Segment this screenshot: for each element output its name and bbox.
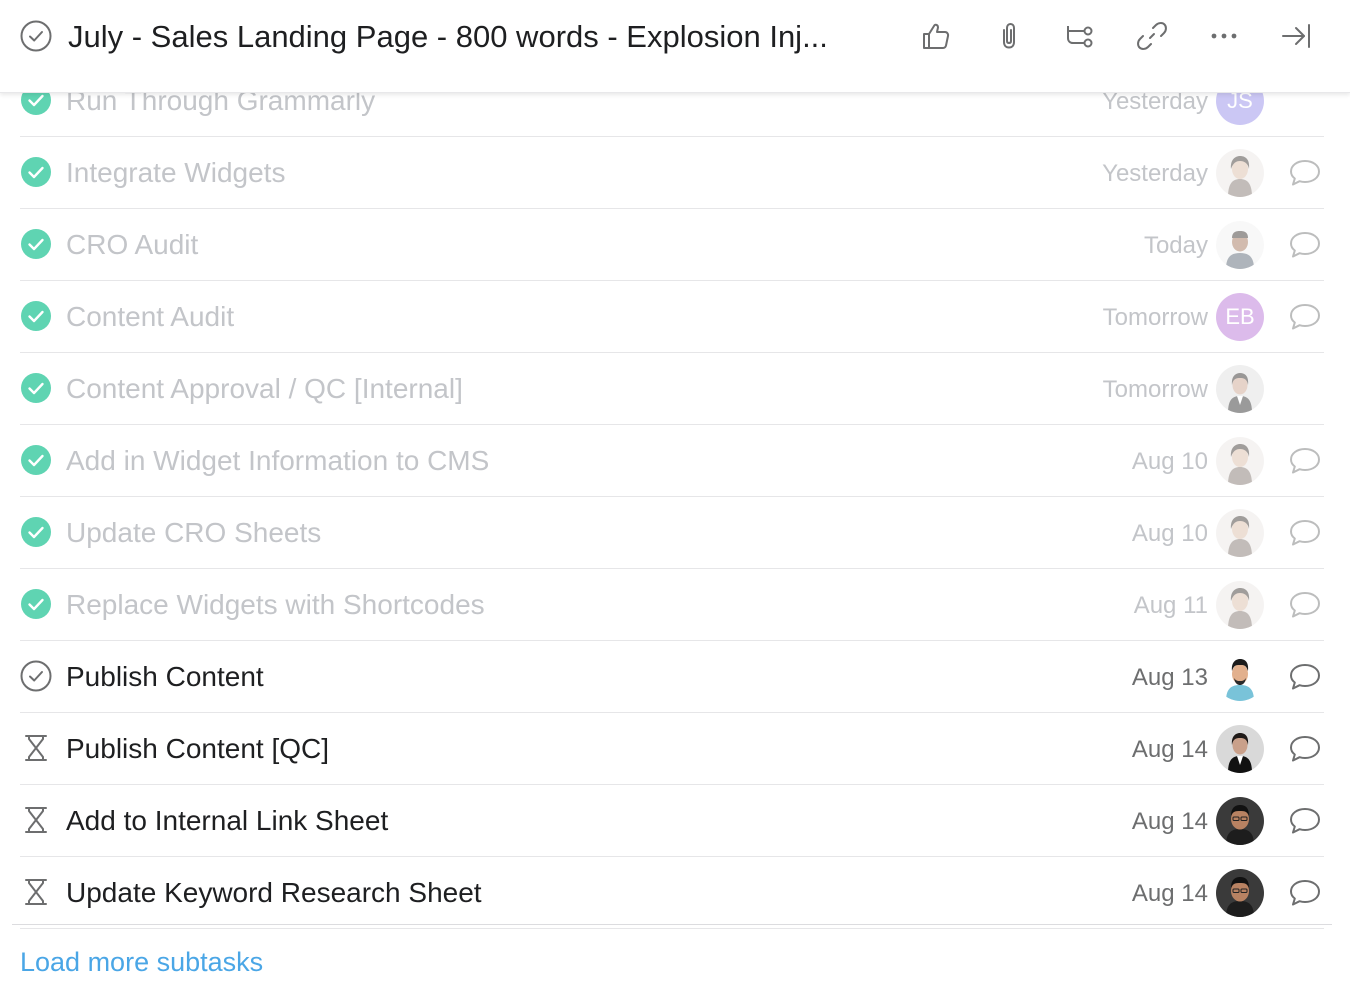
task-header: July - Sales Landing Page - 800 words - …	[0, 0, 1350, 93]
subtask-row[interactable]: Publish Content [QC] Aug 14	[20, 713, 1324, 785]
subtask-row[interactable]: Replace Widgets with Shortcodes Aug 11	[20, 569, 1324, 641]
subtask-row[interactable]: Content Approval / QC [Internal] Tomorro…	[20, 353, 1324, 425]
subtask-row[interactable]: Content Audit Tomorrow EB	[20, 281, 1324, 353]
subtask-row[interactable]: Integrate Widgets Yesterday	[20, 137, 1324, 209]
due-date[interactable]: Tomorrow	[1103, 301, 1208, 335]
due-date[interactable]: Aug 14	[1132, 877, 1208, 911]
due-date[interactable]: Today	[1144, 229, 1208, 263]
list-divider	[12, 924, 1332, 925]
avatar[interactable]	[1216, 509, 1264, 557]
comment-icon[interactable]	[1288, 805, 1322, 837]
avatar[interactable]	[1216, 653, 1264, 701]
comment-icon[interactable]	[1288, 661, 1322, 693]
avatar[interactable]	[1216, 437, 1264, 485]
subtask-name[interactable]: Content Approval / QC [Internal]	[66, 370, 463, 408]
due-date[interactable]: Tomorrow	[1103, 373, 1208, 407]
subtask-name[interactable]: Add in Widget Information to CMS	[66, 442, 489, 480]
close-panel-icon[interactable]	[1278, 18, 1314, 54]
subtask-name[interactable]: Update CRO Sheets	[66, 514, 321, 552]
due-date[interactable]: Aug 10	[1132, 445, 1208, 479]
check-circle-icon[interactable]	[20, 660, 52, 692]
subtask-row[interactable]: Add to Internal Link Sheet Aug 14	[20, 785, 1324, 857]
subtask-row[interactable]: CRO Audit Today	[20, 209, 1324, 281]
completed-check-icon[interactable]	[20, 444, 52, 476]
avatar[interactable]: EB	[1216, 293, 1264, 341]
comment-icon[interactable]	[1288, 229, 1322, 261]
subtask-name[interactable]: Update Keyword Research Sheet	[66, 874, 482, 912]
comment-icon[interactable]	[1288, 517, 1322, 549]
comment-icon[interactable]	[1288, 157, 1322, 189]
avatar[interactable]	[1216, 221, 1264, 269]
completed-check-icon[interactable]	[20, 372, 52, 404]
due-date[interactable]: Aug 14	[1132, 733, 1208, 767]
comment-icon[interactable]	[1288, 445, 1322, 477]
load-more-subtasks-link[interactable]: Load more subtasks	[20, 944, 263, 980]
subtask-name[interactable]: CRO Audit	[66, 226, 198, 264]
subtask-name[interactable]: Content Audit	[66, 298, 234, 336]
hourglass-icon[interactable]	[20, 732, 52, 764]
thumbs-up-icon[interactable]	[918, 18, 954, 54]
hourglass-icon[interactable]	[20, 876, 52, 908]
comment-icon[interactable]	[1288, 877, 1322, 909]
avatar[interactable]	[1216, 725, 1264, 773]
due-date[interactable]: Aug 10	[1132, 517, 1208, 551]
comment-icon[interactable]	[1288, 301, 1322, 333]
due-date[interactable]: Yesterday	[1102, 157, 1208, 191]
link-icon[interactable]	[1134, 18, 1170, 54]
avatar[interactable]	[1216, 365, 1264, 413]
subtask-row[interactable]: Update Keyword Research Sheet Aug 14	[20, 857, 1324, 929]
subtask-row[interactable]: Publish Content Aug 13	[20, 641, 1324, 713]
completed-check-icon[interactable]	[20, 156, 52, 188]
completed-check-icon[interactable]	[20, 228, 52, 260]
avatar[interactable]	[1216, 581, 1264, 629]
avatar[interactable]	[1216, 797, 1264, 845]
due-date[interactable]: Aug 13	[1132, 661, 1208, 695]
subtask-name[interactable]: Add to Internal Link Sheet	[66, 802, 388, 840]
completed-check-icon[interactable]	[20, 588, 52, 620]
comment-icon[interactable]	[1288, 733, 1322, 765]
mark-complete-icon[interactable]	[20, 20, 52, 52]
subtask-name[interactable]: Publish Content [QC]	[66, 730, 329, 768]
due-date[interactable]: Aug 14	[1132, 805, 1208, 839]
subtask-row[interactable]: Add in Widget Information to CMS Aug 10	[20, 425, 1324, 497]
hourglass-icon[interactable]	[20, 804, 52, 836]
comment-icon[interactable]	[1288, 589, 1322, 621]
subtasks-icon[interactable]	[1062, 18, 1098, 54]
more-icon[interactable]	[1206, 18, 1242, 54]
paperclip-icon[interactable]	[990, 18, 1026, 54]
task-title[interactable]: July - Sales Landing Page - 800 words - …	[68, 16, 878, 58]
subtask-row[interactable]: Update CRO Sheets Aug 10	[20, 497, 1324, 569]
subtask-list: Run Through Grammarly Yesterday JS Integ…	[0, 65, 1350, 929]
completed-check-icon[interactable]	[20, 300, 52, 332]
subtask-name[interactable]: Replace Widgets with Shortcodes	[66, 586, 485, 624]
avatar[interactable]	[1216, 149, 1264, 197]
completed-check-icon[interactable]	[20, 516, 52, 548]
due-date[interactable]: Aug 11	[1134, 589, 1208, 623]
subtask-name[interactable]: Integrate Widgets	[66, 154, 285, 192]
avatar[interactable]	[1216, 869, 1264, 917]
subtask-name[interactable]: Publish Content	[66, 658, 264, 696]
